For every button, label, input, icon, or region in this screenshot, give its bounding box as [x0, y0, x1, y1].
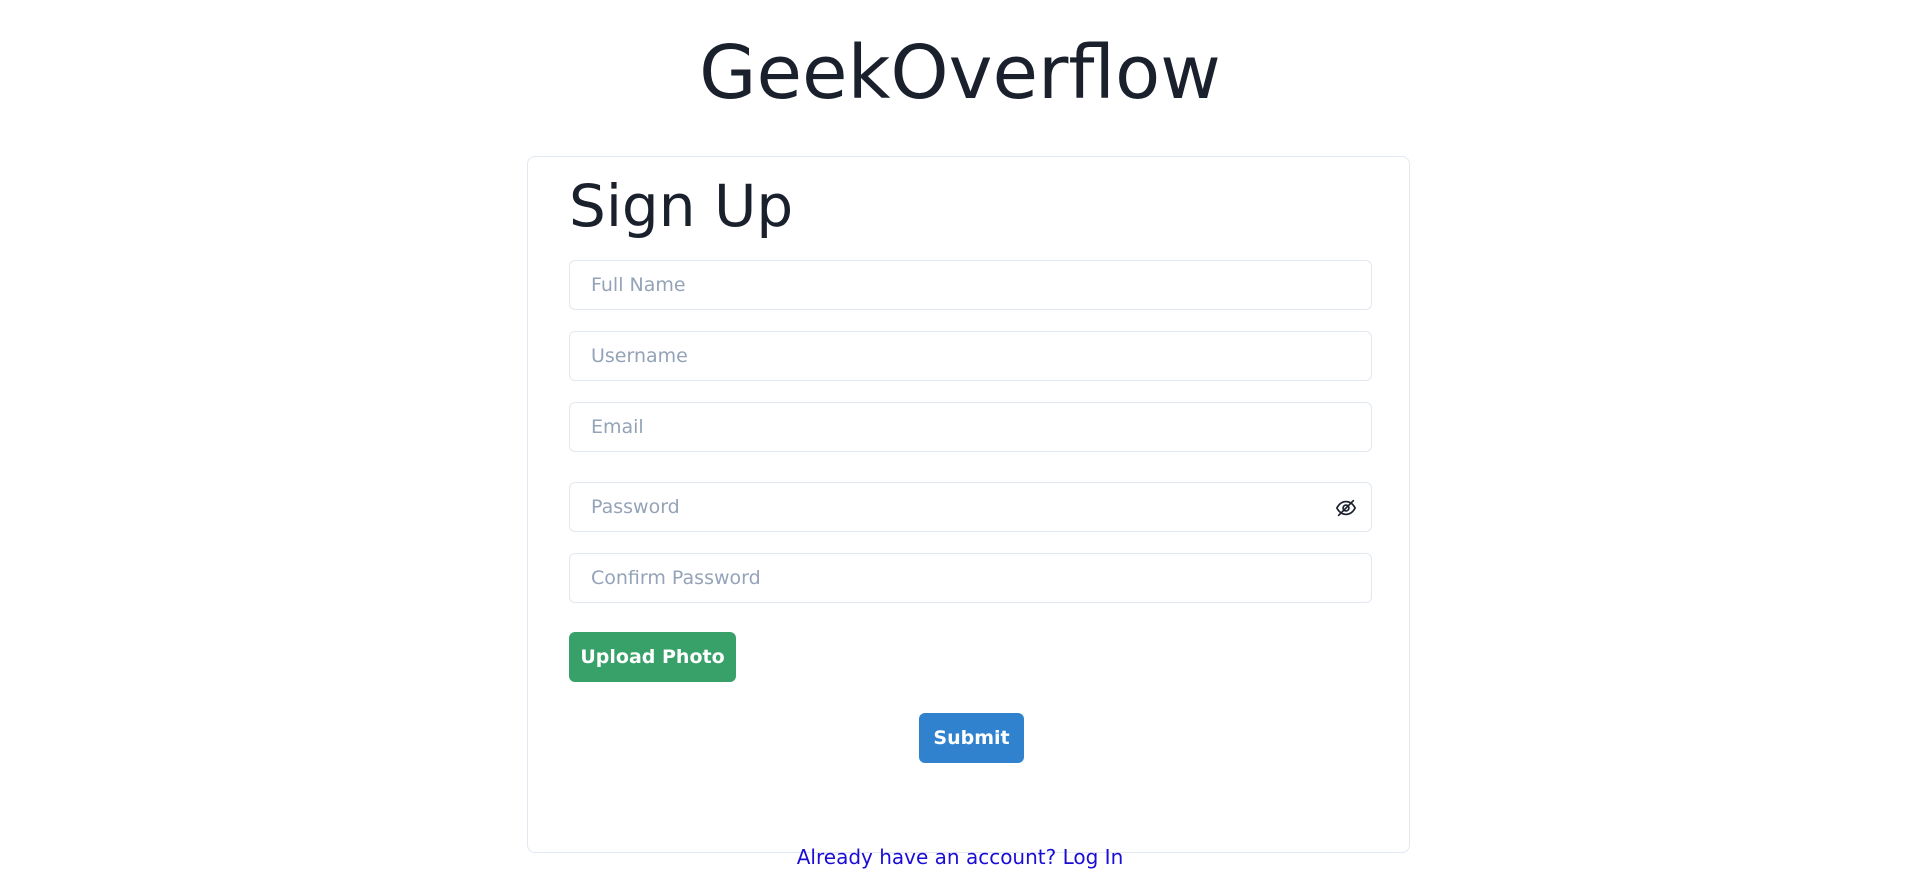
email-field-wrapper — [569, 402, 1372, 452]
signup-title: Sign Up — [569, 172, 794, 240]
eye-off-icon[interactable] — [1335, 497, 1357, 519]
login-link[interactable]: Already have an account? Log In — [797, 845, 1124, 869]
brand-title: GeekOverflow — [699, 30, 1221, 116]
username-field-wrapper — [569, 331, 1372, 381]
submit-button[interactable]: Submit — [919, 713, 1024, 763]
password-field-wrapper — [569, 482, 1372, 532]
username-input[interactable] — [570, 332, 1371, 380]
confirm-password-field-wrapper — [569, 553, 1372, 603]
login-link-container: Already have an account? Log In — [0, 845, 1920, 869]
signup-page: GeekOverflow Sign Up Upload Phot — [0, 0, 1920, 895]
password-input[interactable] — [570, 483, 1371, 531]
upload-photo-button[interactable]: Upload Photo — [569, 632, 736, 682]
full-name-input[interactable] — [570, 261, 1371, 309]
full-name-field-wrapper — [569, 260, 1372, 310]
confirm-password-input[interactable] — [570, 554, 1371, 602]
email-input[interactable] — [570, 403, 1371, 451]
signup-card: Sign Up Upload Photo Submit — [527, 156, 1410, 853]
